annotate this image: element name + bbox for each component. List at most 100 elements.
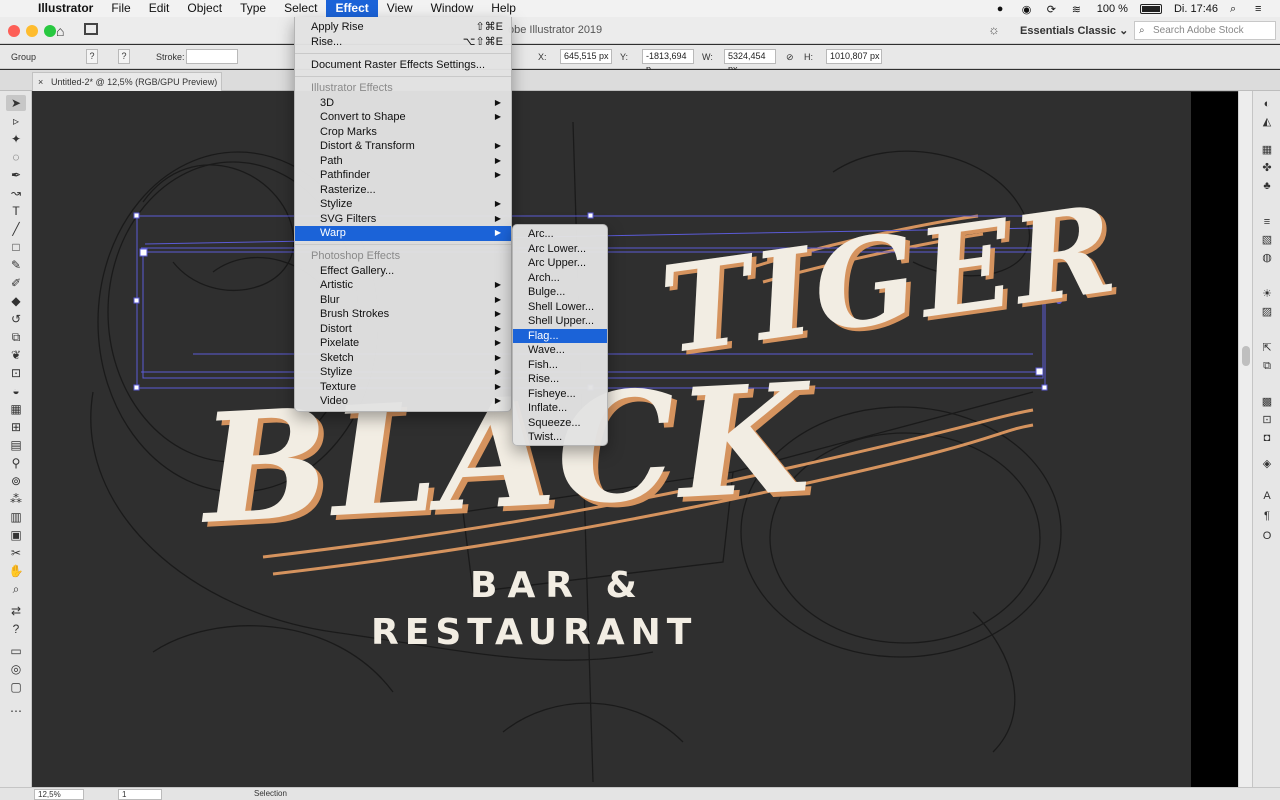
stroke-panel-icon[interactable]: ≡	[1259, 215, 1275, 229]
graph-tool-icon[interactable]: ▥	[6, 509, 26, 525]
layers-panel-icon[interactable]: ◈	[1259, 457, 1275, 471]
gradient-tool-icon[interactable]: ▤	[6, 437, 26, 453]
stroke-weight-input[interactable]	[186, 49, 238, 64]
menu-effect[interactable]: Effect	[326, 0, 378, 17]
selection-tool-icon[interactable]: ➤	[6, 95, 26, 111]
warp-item-flag[interactable]: Flag...	[513, 328, 607, 343]
menu-item-warp[interactable]: Warp ▶	[295, 226, 511, 241]
line-tool-icon[interactable]: ╱	[6, 221, 26, 237]
drawing-mode-icon[interactable]: ◎	[6, 661, 26, 677]
paragraph-panel-icon[interactable]: ¶	[1259, 509, 1275, 523]
menu-help[interactable]: Help	[482, 0, 525, 17]
menu-item-convert-to-shape[interactable]: Convert to Shape ▶	[295, 110, 511, 125]
direct-selection-tool-icon[interactable]: ▹	[6, 113, 26, 129]
minimize-window-button[interactable]	[26, 25, 38, 37]
menu-edit[interactable]: Edit	[140, 0, 179, 17]
zoom-tool-icon[interactable]: ⌕	[6, 581, 26, 597]
menu-item-artistic[interactable]: Artistic ▶	[295, 278, 511, 293]
artboard-tool-icon[interactable]: ▣	[6, 527, 26, 543]
color-panel-icon[interactable]: ◐	[1259, 97, 1275, 111]
mesh-tool-icon[interactable]: ⊞	[6, 419, 26, 435]
shaper-tool-icon[interactable]: ✐	[6, 275, 26, 291]
menu-item-distort-transform[interactable]: Distort & Transform ▶	[295, 139, 511, 154]
link-icon[interactable]: ⊘	[786, 52, 794, 63]
menu-select[interactable]: Select	[275, 0, 326, 17]
menu-file[interactable]: File	[102, 0, 139, 17]
warp-tool-icon[interactable]: ❦	[6, 347, 26, 363]
search-icon[interactable]: ⌕	[1230, 3, 1243, 15]
zoom-level-select[interactable]: 12,5%	[34, 789, 84, 800]
canvas[interactable]: TIGER BLACK BAR & RESTAURANT	[33, 92, 1238, 787]
more-tools-icon[interactable]: ⋯	[6, 703, 26, 719]
eyedropper-tool-icon[interactable]: ⚲	[6, 455, 26, 471]
h-input[interactable]: 1010,807 px	[826, 49, 882, 64]
menu-item-svg-filters[interactable]: SVG Filters ▶	[295, 212, 511, 227]
menu-item-stylize-photoshop[interactable]: Stylize ▶	[295, 365, 511, 380]
transparency-panel-icon[interactable]: ◍	[1259, 251, 1275, 265]
lightbulb-icon[interactable]: ☼	[988, 22, 1000, 37]
menu-item-rise[interactable]: Rise... ⌥⇧⌘E	[295, 35, 511, 50]
menu-item-apply-rise[interactable]: Apply Rise ⇧⌘E	[295, 20, 511, 35]
free-transform-tool-icon[interactable]: ⊡	[6, 365, 26, 381]
scrollbar-thumb[interactable]	[1242, 346, 1250, 366]
brushes-panel-icon[interactable]: ✤	[1259, 161, 1275, 175]
paintbrush-tool-icon[interactable]: ✎	[6, 257, 26, 273]
symbols-panel-icon[interactable]: ♣	[1259, 179, 1275, 193]
opentype-panel-icon[interactable]: O	[1259, 529, 1275, 543]
asset-export-icon[interactable]: ⧉	[1259, 359, 1275, 373]
y-input[interactable]: -1813,694 p	[642, 49, 694, 74]
menu-item-path[interactable]: Path ▶	[295, 154, 511, 169]
menu-item-3d[interactable]: 3D ▶	[295, 96, 511, 111]
warp-item-squeeze[interactable]: Squeeze...	[513, 416, 607, 431]
warp-item-fisheye[interactable]: Fisheye...	[513, 387, 607, 402]
menu-item-pixelate[interactable]: Pixelate ▶	[295, 336, 511, 351]
artboard-number-select[interactable]: 1	[118, 789, 162, 800]
workspace-switcher[interactable]: Essentials Classic ⌄	[1012, 21, 1136, 41]
links-panel-icon[interactable]: ⊡	[1259, 413, 1275, 427]
shape-builder-tool-icon[interactable]: ◒	[6, 383, 26, 399]
warp-item-bulge[interactable]: Bulge...	[513, 285, 607, 300]
pen-tool-icon[interactable]: ✒	[6, 167, 26, 183]
wifi-icon[interactable]: ≋	[1072, 3, 1085, 16]
menu-item-blur[interactable]: Blur ▶	[295, 293, 511, 308]
menu-item-document-raster-settings[interactable]: Document Raster Effects Settings...	[295, 58, 511, 73]
perspective-grid-tool-icon[interactable]: ▦	[6, 401, 26, 417]
menu-app-name[interactable]: Illustrator	[30, 0, 102, 17]
swatches-panel-icon[interactable]: ▦	[1259, 143, 1275, 157]
w-input[interactable]: 5324,454 px	[724, 49, 776, 74]
color-mode-icon[interactable]: ▭	[6, 643, 26, 659]
fullscreen-window-button[interactable]	[44, 25, 56, 37]
close-tab-icon[interactable]: ×	[38, 73, 43, 91]
fill-stroke-icon[interactable]: ?	[6, 621, 26, 637]
current-tool-status[interactable]: Selection	[254, 789, 287, 798]
appearance-panel-icon[interactable]: ☀	[1259, 287, 1275, 301]
menu-item-sketch[interactable]: Sketch ▶	[295, 351, 511, 366]
rectangle-tool-icon[interactable]: □	[6, 239, 26, 255]
warp-item-fish[interactable]: Fish...	[513, 358, 607, 373]
menu-item-crop-marks[interactable]: Crop Marks	[295, 125, 511, 140]
warp-item-shell-lower[interactable]: Shell Lower...	[513, 300, 607, 315]
stroke-swatch[interactable]: ?	[118, 49, 130, 64]
lasso-tool-icon[interactable]: ◌	[6, 149, 26, 165]
vertical-scrollbar[interactable]	[1238, 91, 1252, 787]
menu-item-video[interactable]: Video ▶	[295, 394, 511, 409]
warp-item-wave[interactable]: Wave...	[513, 343, 607, 358]
fill-swatch[interactable]: ?	[86, 49, 98, 64]
character-panel-icon[interactable]: A	[1259, 489, 1275, 503]
gradient-panel-icon[interactable]: ▧	[1259, 233, 1275, 247]
menu-item-rasterize[interactable]: Rasterize...	[295, 183, 511, 198]
eraser-tool-icon[interactable]: ◆	[6, 293, 26, 309]
blend-tool-icon[interactable]: ⊚	[6, 473, 26, 489]
export-panel-icon[interactable]: ⇱	[1259, 341, 1275, 355]
clock[interactable]: Di. 17:46	[1174, 3, 1218, 15]
warp-item-shell-upper[interactable]: Shell Upper...	[513, 314, 607, 329]
symbol-sprayer-tool-icon[interactable]: ⁂	[6, 491, 26, 507]
scale-tool-icon[interactable]: ⧉	[6, 329, 26, 345]
menu-item-stylize-illustrator[interactable]: Stylize ▶	[295, 197, 511, 212]
hand-tool-icon[interactable]: ✋	[6, 563, 26, 579]
swap-fill-stroke-icon[interactable]: ⇄	[6, 603, 26, 619]
x-input[interactable]: 645,515 px	[560, 49, 612, 64]
magic-wand-tool-icon[interactable]: ✦	[6, 131, 26, 147]
slice-tool-icon[interactable]: ✂	[6, 545, 26, 561]
sync-icon[interactable]: ⟳	[1047, 3, 1060, 16]
